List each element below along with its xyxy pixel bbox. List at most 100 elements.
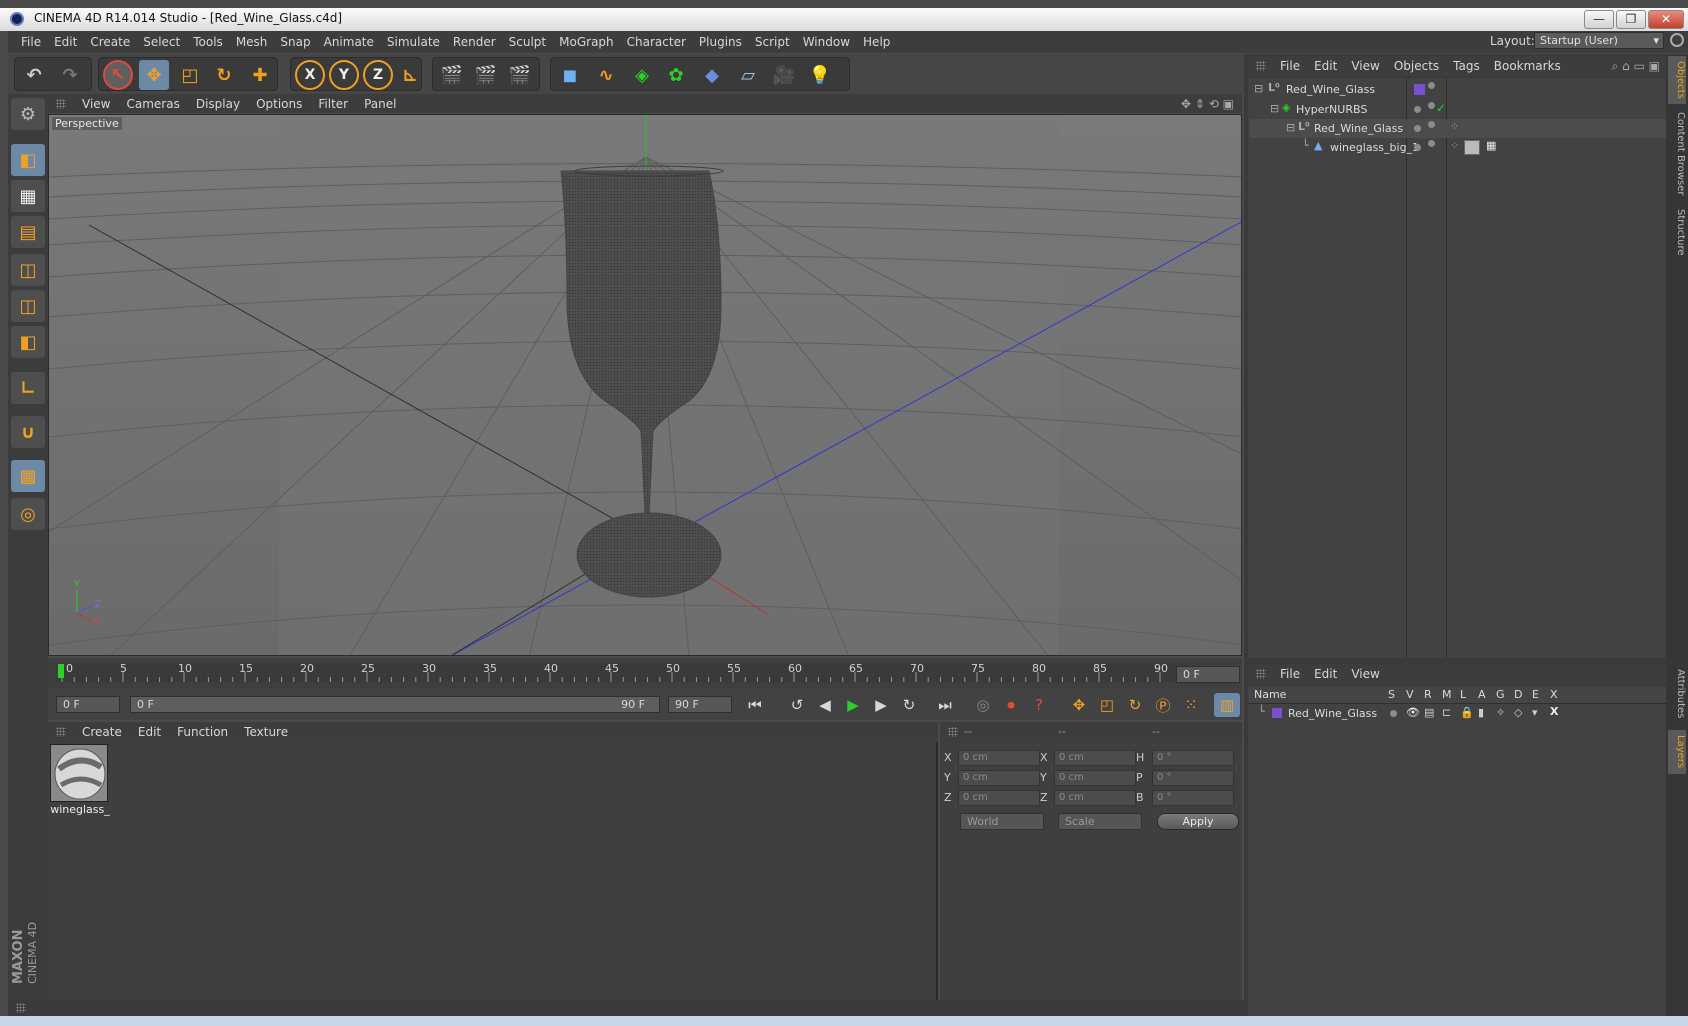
layer-deformer-toggle-icon[interactable]: ◇ bbox=[1514, 706, 1522, 719]
layer-xref-toggle-icon[interactable]: X bbox=[1550, 705, 1558, 718]
key-position-icon[interactable]: ✥ bbox=[1066, 693, 1092, 717]
previous-key-icon[interactable]: ↺ bbox=[784, 693, 810, 717]
timeline-ruler[interactable]: 0 5 10 15 20 25 30 35 40 45 50 55 60 65 … bbox=[48, 658, 1242, 688]
model-mode-icon[interactable]: ◧ bbox=[11, 144, 45, 176]
menu-window[interactable]: Window bbox=[803, 35, 850, 49]
go-to-start-icon[interactable]: ⏮ bbox=[742, 693, 768, 717]
menu-mesh[interactable]: Mesh bbox=[236, 35, 268, 49]
enabled-check-icon[interactable]: ✓ bbox=[1436, 101, 1446, 115]
object-row[interactable]: ⊟ L⁰ Red_Wine_Glass ⁘ bbox=[1250, 119, 1666, 138]
apply-button[interactable]: Apply bbox=[1157, 813, 1239, 830]
collapse-icon[interactable]: ⊟ bbox=[1270, 102, 1279, 115]
points-mode-icon[interactable]: ◫ bbox=[11, 254, 45, 286]
end-frame-field[interactable]: 90 F bbox=[668, 696, 732, 713]
tab-content-browser[interactable]: Content Browser bbox=[1668, 110, 1686, 198]
key-rotation-icon[interactable]: ↻ bbox=[1122, 693, 1148, 717]
menu-plugins[interactable]: Plugins bbox=[699, 35, 742, 49]
floor-icon[interactable]: ▱ bbox=[733, 60, 763, 90]
start-frame-field[interactable]: 0 F bbox=[56, 696, 120, 713]
workplane-mode-icon[interactable]: ▤ bbox=[11, 216, 45, 248]
objects-menu-objects[interactable]: Objects bbox=[1394, 59, 1439, 73]
object-manager-nav-icons[interactable]: ⌕ ⌂ ▭ ▣ bbox=[1612, 59, 1660, 74]
material-manager[interactable] bbox=[48, 742, 938, 1000]
viewport-menu-filter[interactable]: Filter bbox=[318, 97, 348, 111]
timeline-window-icon[interactable]: ▥ bbox=[1214, 693, 1240, 717]
pos-z-field[interactable]: 0 cm bbox=[958, 790, 1040, 806]
rot-p-field[interactable]: 0 ° bbox=[1152, 770, 1234, 786]
objects-menu-tags[interactable]: Tags bbox=[1453, 59, 1480, 73]
material-menu-create[interactable]: Create bbox=[82, 725, 122, 739]
size-z-field[interactable]: 0 cm bbox=[1054, 790, 1136, 806]
layers-menu-file[interactable]: File bbox=[1280, 667, 1300, 681]
object-name[interactable]: HyperNURBS bbox=[1296, 103, 1367, 116]
layer-generator-toggle-icon[interactable]: ✧ bbox=[1496, 706, 1505, 719]
layer-manager-toggle-icon[interactable]: ⊏ bbox=[1442, 706, 1451, 719]
close-button[interactable]: ✕ bbox=[1648, 10, 1684, 29]
scale-icon[interactable]: ◰ bbox=[175, 60, 205, 90]
pos-y-field[interactable]: 0 cm bbox=[958, 770, 1040, 786]
deformer-icon[interactable]: ◆ bbox=[697, 60, 727, 90]
key-scale-icon[interactable]: ◰ bbox=[1094, 693, 1120, 717]
subdivision-surface-icon[interactable]: ◈ bbox=[627, 60, 657, 90]
object-row[interactable]: ⊟ ◈ HyperNURBS ✓ bbox=[1250, 100, 1666, 119]
menu-create[interactable]: Create bbox=[90, 35, 130, 49]
material-thumbnail[interactable] bbox=[50, 744, 108, 802]
polygons-mode-icon[interactable]: ◧ bbox=[11, 326, 45, 358]
layer-color-swatch[interactable] bbox=[1272, 708, 1282, 718]
make-editable-icon[interactable]: ⚙ bbox=[11, 98, 45, 130]
key-parameter-icon[interactable]: Ⓟ bbox=[1150, 693, 1176, 717]
object-name[interactable]: Red_Wine_Glass bbox=[1314, 122, 1403, 135]
viewport-scene[interactable]: Y Z X bbox=[49, 115, 1242, 656]
key-point-level-icon[interactable]: ⁙ bbox=[1178, 693, 1204, 717]
render-settings-icon[interactable]: 🎬 bbox=[505, 60, 535, 90]
layer-name[interactable]: Red_Wine_Glass bbox=[1288, 707, 1377, 720]
pos-x-field[interactable]: 0 cm bbox=[958, 750, 1040, 766]
layer-row[interactable]: └ Red_Wine_Glass 👁 ▤ ⊏ 🔒 ▮ ✧ ◇ ▾ X bbox=[1250, 704, 1666, 723]
layer-lock-toggle-icon[interactable]: 🔒 bbox=[1460, 706, 1474, 719]
panel-grip-icon[interactable] bbox=[56, 98, 66, 109]
material-menu-texture[interactable]: Texture bbox=[244, 725, 288, 739]
layer-manager[interactable] bbox=[1248, 704, 1666, 1016]
layer-animation-toggle-icon[interactable]: ▮ bbox=[1478, 706, 1484, 719]
magnet-icon[interactable]: ∪ bbox=[11, 416, 45, 448]
play-icon[interactable]: ▶ bbox=[840, 693, 866, 717]
tab-attributes[interactable]: Attributes bbox=[1668, 664, 1686, 724]
tab-layers[interactable]: Layers bbox=[1668, 730, 1686, 774]
render-visibility-dot[interactable] bbox=[1428, 140, 1435, 147]
minimize-button[interactable]: — bbox=[1584, 10, 1614, 29]
objects-menu-edit[interactable]: Edit bbox=[1314, 59, 1337, 73]
z-axis-icon[interactable]: Z bbox=[363, 60, 393, 90]
material-name[interactable]: wineglass_ bbox=[50, 803, 110, 816]
objects-menu-file[interactable]: File bbox=[1280, 59, 1300, 73]
frame-range-slider[interactable]: 0 F 90 F bbox=[130, 696, 660, 713]
axis-mode-icon[interactable]: ∟ bbox=[11, 372, 45, 404]
size-mode-select[interactable]: Scale bbox=[1058, 813, 1142, 830]
menu-script[interactable]: Script bbox=[755, 35, 790, 49]
menu-mograph[interactable]: MoGraph bbox=[559, 35, 614, 49]
layer-solo-toggle[interactable] bbox=[1390, 710, 1397, 717]
uvw-tag-icon[interactable]: ▦ bbox=[1486, 139, 1496, 152]
y-axis-icon[interactable]: Y bbox=[329, 60, 359, 90]
object-name[interactable]: wineglass_big_1 bbox=[1330, 141, 1419, 154]
object-name[interactable]: Red_Wine_Glass bbox=[1286, 83, 1375, 96]
go-to-end-icon[interactable]: ⏭ bbox=[932, 693, 958, 717]
add-icon[interactable]: ✚ bbox=[245, 60, 275, 90]
redo-icon[interactable]: ↷ bbox=[55, 60, 85, 90]
layer-expression-toggle-icon[interactable]: ▾ bbox=[1532, 706, 1538, 719]
object-row[interactable]: ⊟ L⁰ Red_Wine_Glass bbox=[1250, 80, 1666, 99]
panel-grip-icon[interactable] bbox=[1256, 669, 1266, 679]
edges-mode-icon[interactable]: ◫ bbox=[11, 290, 45, 322]
rotate-icon[interactable]: ↻ bbox=[209, 60, 239, 90]
tab-structure[interactable]: Structure bbox=[1668, 204, 1686, 260]
collapse-icon[interactable]: ⊟ bbox=[1254, 82, 1263, 95]
menu-edit[interactable]: Edit bbox=[54, 35, 77, 49]
menu-tools[interactable]: Tools bbox=[193, 35, 223, 49]
panel-grip-icon[interactable] bbox=[56, 727, 66, 737]
x-axis-icon[interactable]: X bbox=[295, 60, 325, 90]
coordinate-system-icon[interactable]: ⊾ bbox=[395, 60, 425, 90]
viewport-menu-view[interactable]: View bbox=[82, 97, 110, 111]
panel-grip-icon[interactable] bbox=[1256, 61, 1266, 71]
render-visibility-dot[interactable] bbox=[1428, 121, 1435, 128]
tab-objects[interactable]: Objects bbox=[1668, 56, 1686, 104]
viewport-nav-icons[interactable]: ✥ ⇕ ⟲ ▣ bbox=[1181, 97, 1234, 111]
